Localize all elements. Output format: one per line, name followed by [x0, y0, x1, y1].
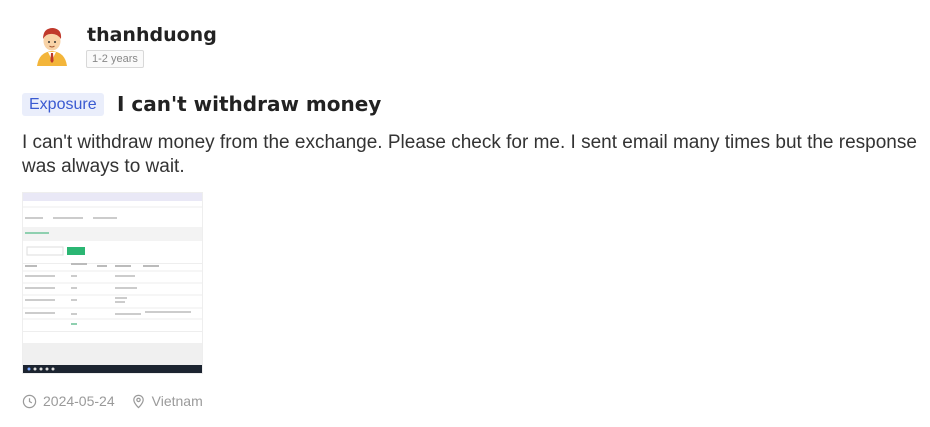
location-pin-icon [132, 394, 144, 408]
post-date: 2024-05-24 [43, 393, 115, 409]
avatar[interactable] [29, 22, 75, 68]
category-tag[interactable]: Exposure [22, 93, 104, 116]
post-title[interactable]: I can't withdraw money [117, 92, 381, 116]
post-location: Vietnam [151, 393, 203, 409]
post-body: I can't withdraw money from the exchange… [22, 132, 917, 177]
attachment-image [23, 193, 202, 373]
username[interactable]: thanhduong [87, 24, 217, 46]
post-meta: 2024-05-24 Vietnam [22, 392, 203, 410]
clock-icon [22, 394, 37, 408]
screenshot-thumbnail[interactable] [22, 192, 203, 374]
tenure-badge: 1-2 years [86, 50, 144, 68]
user-avatar-icon [30, 23, 74, 67]
